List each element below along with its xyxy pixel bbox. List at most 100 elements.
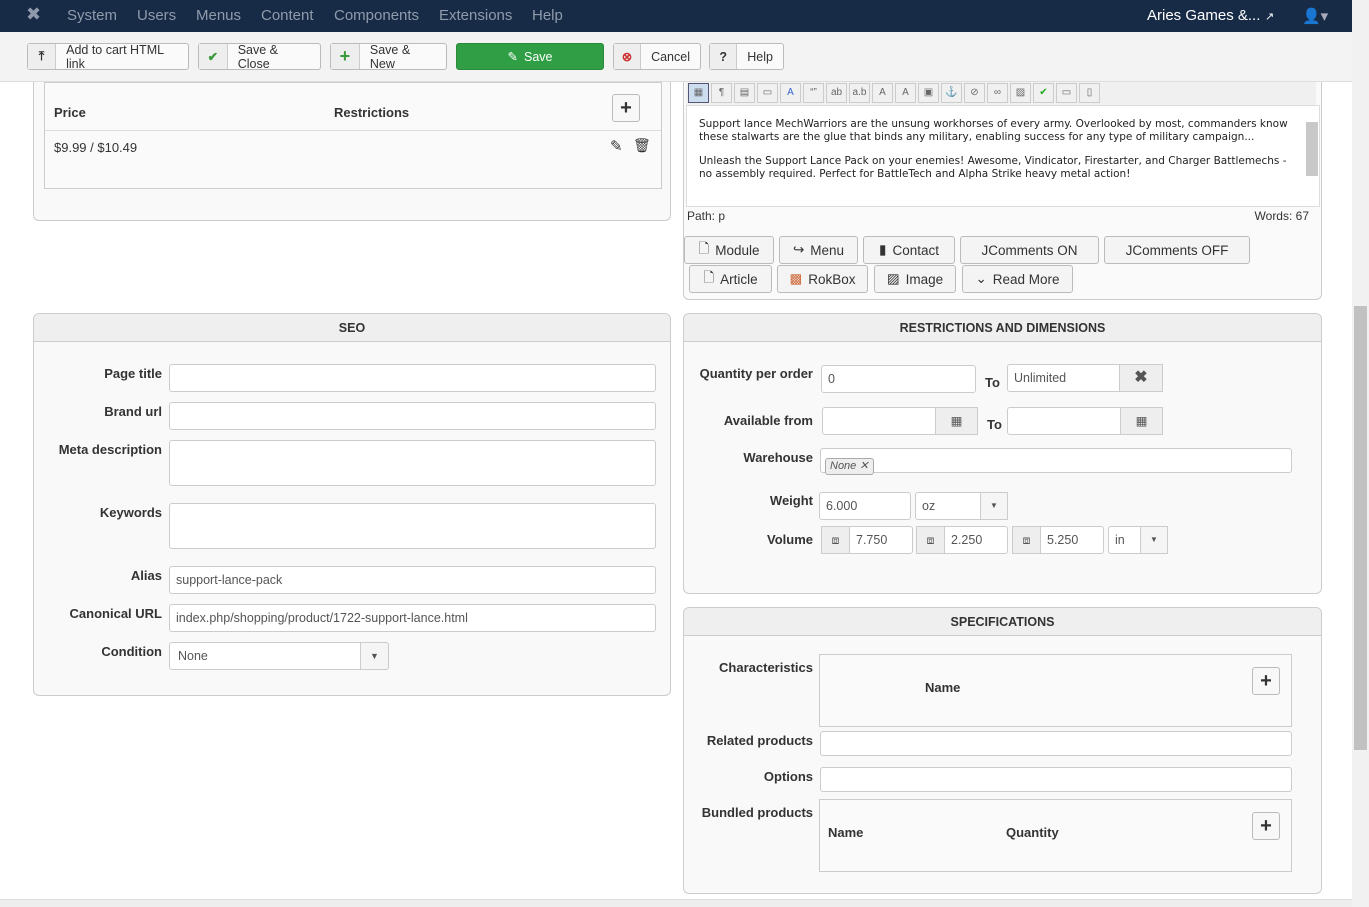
condition-value: None — [178, 649, 208, 663]
unlink-icon[interactable]: ⊘ — [964, 83, 985, 103]
anchor-icon[interactable]: ⚓ — [941, 83, 962, 103]
editor-content[interactable]: Support lance MechWarriors are the unsun… — [686, 105, 1320, 207]
link-icon[interactable]: ∞ — [987, 83, 1008, 103]
module-button[interactable]: 🗋 Module — [684, 236, 774, 264]
pagebreak-icon[interactable]: ▭ — [757, 83, 778, 103]
quantity-max-value: Unlimited — [1014, 371, 1067, 385]
user-menu-icon[interactable]: 👤▾ — [1302, 7, 1328, 25]
trash-icon[interactable]: 🗑 — [633, 137, 651, 154]
editor-scrollbar[interactable] — [1306, 122, 1318, 176]
condition-select[interactable]: None ▼ — [169, 642, 389, 670]
visual-aid-icon[interactable]: ▦ — [688, 83, 709, 103]
meta-description-textarea[interactable] — [169, 440, 656, 486]
paste-word-icon[interactable]: ▤ — [734, 83, 755, 103]
options-label: Options — [763, 769, 813, 784]
quote-icon[interactable]: “” — [803, 83, 824, 103]
nav-help[interactable]: Help — [532, 7, 563, 24]
quantity-max-input[interactable]: Unlimited ✖ — [1007, 364, 1163, 392]
options-input[interactable] — [820, 767, 1292, 792]
warehouse-select[interactable]: None ✕ — [820, 448, 1292, 475]
add-to-cart-link-button[interactable]: ⤒ Add to cart HTML link — [27, 43, 189, 71]
volume-length-input[interactable]: ⧈ 7.750 — [821, 526, 913, 554]
site-link[interactable]: Aries Games &... — [1147, 7, 1260, 24]
canonical-url-input[interactable]: index.php/shopping/product/1722-support-… — [169, 604, 656, 632]
image-icon[interactable]: ▨ — [1010, 83, 1031, 103]
volume-length-value: 7.750 — [856, 533, 888, 547]
dropdown-caret-icon: ▼ — [1140, 526, 1168, 554]
related-products-input[interactable] — [820, 731, 1292, 756]
menu-button[interactable]: ↪ Menu — [779, 236, 858, 264]
paragraph-icon[interactable]: ¶ — [711, 83, 732, 103]
save-close-button[interactable]: ✔ Save & Close — [198, 43, 321, 71]
abbr-icon[interactable]: ab — [826, 83, 847, 103]
edit-icon[interactable]: ✎ — [610, 137, 623, 155]
template-icon[interactable]: ▣ — [918, 83, 939, 103]
volume-unit-select[interactable]: in ▼ — [1108, 526, 1168, 554]
acronym-icon[interactable]: a.b — [849, 83, 870, 103]
brand-url-input[interactable] — [169, 402, 656, 430]
warehouse-tag[interactable]: None ✕ — [825, 458, 874, 475]
hr-icon[interactable]: ▭ — [1056, 83, 1077, 103]
nav-components[interactable]: Components — [334, 7, 419, 24]
help-button[interactable]: ? Help — [709, 43, 784, 70]
article-button[interactable]: 🗋 Article — [689, 265, 772, 293]
quantity-min-input[interactable]: 0 — [821, 365, 976, 393]
bundled-products-label: Bundled products — [701, 805, 813, 820]
available-from-input[interactable]: ▦ — [822, 407, 978, 435]
nav-extensions[interactable]: Extensions — [439, 7, 512, 24]
rokbox-button[interactable]: ▩ RokBox — [777, 265, 868, 293]
styles-icon[interactable]: A — [780, 83, 801, 103]
page-title-label: Page title — [104, 366, 162, 381]
jcomments-off-button[interactable]: JComments OFF — [1104, 236, 1250, 264]
add-price-button[interactable]: + — [612, 94, 640, 122]
strike-icon[interactable]: A — [872, 83, 893, 103]
scrollbar-thumb[interactable] — [1354, 306, 1367, 750]
save-new-button[interactable]: + Save & New — [330, 43, 447, 71]
nav-content[interactable]: Content — [261, 7, 314, 24]
help-icon: ? — [710, 44, 738, 69]
footer-bar — [0, 899, 1352, 907]
weight-unit-select[interactable]: oz ▼ — [915, 492, 1008, 520]
calendar-icon[interactable]: ▦ — [935, 407, 978, 435]
canonical-url-label: Canonical URL — [69, 606, 162, 621]
toolbar: ⤒ Add to cart HTML link ✔ Save & Close + Sa… — [0, 32, 1352, 82]
weight-input[interactable]: 6.000 — [819, 492, 911, 520]
page-title-input[interactable] — [169, 364, 656, 392]
word-count: Words: 67 — [1254, 209, 1309, 223]
calendar-icon[interactable]: ▦ — [1120, 407, 1163, 435]
alias-input[interactable]: support-lance-pack — [169, 566, 656, 594]
characteristics-table: Name + — [819, 654, 1292, 727]
contact-button[interactable]: ▮ Contact — [863, 236, 955, 264]
available-to-input[interactable]: ▦ — [1007, 407, 1163, 435]
warehouse-label: Warehouse — [743, 450, 813, 465]
warehouse-tag-label: None — [830, 460, 857, 472]
keywords-textarea[interactable] — [169, 503, 656, 549]
volume-width-value: 2.250 — [951, 533, 983, 547]
cancel-icon: ⊗ — [614, 44, 642, 69]
volume-height-input[interactable]: ⧈ 5.250 — [1012, 526, 1104, 554]
jcomments-on-button[interactable]: JComments ON — [960, 236, 1099, 264]
save-button[interactable]: ✎ Save — [456, 43, 604, 70]
chevron-down-icon: ⌄ — [975, 271, 987, 286]
add-characteristic-button[interactable]: + — [1252, 667, 1280, 695]
read-more-button[interactable]: ⌄ Read More — [962, 265, 1073, 293]
page-scrollbar[interactable] — [1352, 0, 1369, 907]
add-bundled-product-button[interactable]: + — [1252, 812, 1280, 840]
cancel-button[interactable]: ⊗ Cancel — [613, 43, 701, 70]
layer-icon[interactable]: ▯ — [1079, 83, 1100, 103]
joomla-logo-icon[interactable]: ✖ — [26, 4, 41, 25]
spellcheck-icon[interactable]: ✔ — [1033, 83, 1054, 103]
volume-width-input[interactable]: ⧈ 2.250 — [916, 526, 1008, 554]
underline-icon[interactable]: A — [895, 83, 916, 103]
price-table: Price Restrictions + $9.99 / $10.49 ✎ 🗑 — [44, 82, 662, 189]
seo-panel: SEO Page title Brand url Meta descriptio… — [33, 313, 671, 696]
nav-users[interactable]: Users — [137, 7, 176, 24]
clear-icon[interactable]: ✖ — [1119, 364, 1163, 392]
volume-unit-value: in — [1115, 533, 1125, 547]
nav-system[interactable]: System — [67, 7, 117, 24]
share-icon: ↪ — [792, 242, 805, 257]
nav-menus[interactable]: Menus — [196, 7, 241, 24]
image-button[interactable]: ▨ Image — [874, 265, 956, 293]
seo-title: SEO — [34, 314, 670, 342]
price-header: Price — [54, 105, 86, 120]
